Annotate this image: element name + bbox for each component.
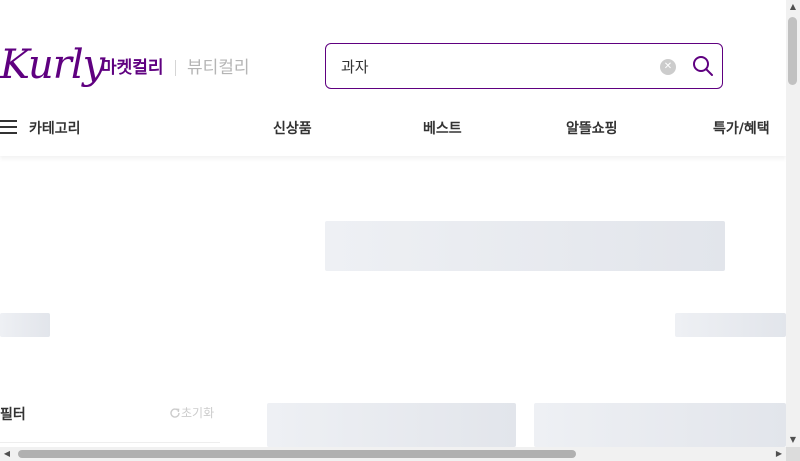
filter-reset-label: 초기화	[181, 406, 215, 420]
refresh-icon	[170, 407, 180, 418]
scrollbar-corner	[786, 447, 800, 461]
nav-item-new[interactable]: 신상품	[273, 118, 312, 138]
clear-circle-icon[interactable]: ✕	[660, 59, 676, 75]
tab-market-kurly[interactable]: 마켓컬리	[101, 57, 164, 79]
site-header: Kurly 마켓컬리 뷰티컬리 ✕ 카테고리 신상품 베스트 알뜰쇼핑 특가/혜…	[0, 0, 786, 156]
nav-item-bargain[interactable]: 알뜰쇼핑	[566, 118, 618, 138]
nav-item-special[interactable]: 특가/혜택	[713, 118, 770, 138]
skeleton-result-count	[0, 313, 50, 337]
vertical-scroll-thumb[interactable]	[788, 17, 797, 85]
skeleton-product-card	[534, 403, 786, 447]
nav-item-best[interactable]: 베스트	[423, 118, 462, 138]
filter-title: 필터	[0, 407, 26, 423]
skeleton-sort-options	[675, 313, 786, 337]
nav-category[interactable]: 카테고리	[29, 118, 81, 138]
scroll-down-arrow-icon[interactable]: ▼	[786, 433, 800, 447]
scroll-up-arrow-icon[interactable]: ▲	[786, 0, 800, 14]
tab-divider	[175, 60, 176, 76]
filter-reset-button[interactable]: 초기화	[169, 404, 214, 421]
kurly-logo[interactable]: Kurly	[0, 40, 105, 90]
hamburger-menu-icon[interactable]	[0, 120, 17, 134]
scroll-left-arrow-icon[interactable]: ◀	[0, 447, 14, 461]
tab-beauty-kurly[interactable]: 뷰티컬리	[187, 57, 250, 79]
skeleton-product-card	[267, 403, 516, 447]
skeleton-search-title	[325, 221, 725, 271]
search-input[interactable]	[341, 54, 641, 78]
global-nav: 카테고리 신상품 베스트 알뜰쇼핑 특가/혜택	[0, 106, 786, 150]
horizontal-scroll-thumb[interactable]	[18, 450, 576, 458]
scroll-right-arrow-icon[interactable]: ▶	[772, 447, 786, 461]
filter-divider	[0, 442, 220, 443]
search-icon[interactable]	[692, 55, 714, 77]
search-bar: ✕	[325, 43, 723, 89]
